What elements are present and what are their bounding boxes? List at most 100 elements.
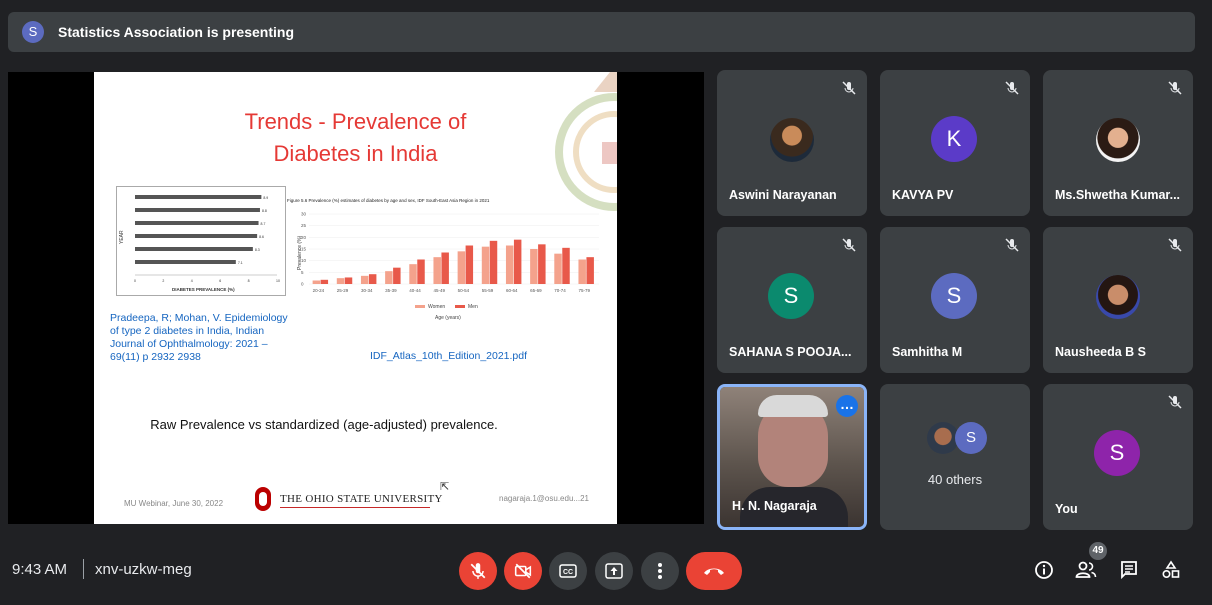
y-tick-label: 15 bbox=[301, 247, 307, 252]
x-tick-label: 30-34 bbox=[361, 288, 373, 293]
tile-kavya-pv[interactable]: K KAVYA PV bbox=[880, 70, 1030, 216]
bar-men bbox=[417, 259, 425, 284]
present-screen-icon bbox=[605, 563, 623, 579]
activities-icon bbox=[1162, 560, 1180, 579]
clock-time: 9:43 AM bbox=[12, 561, 68, 578]
bar-women bbox=[360, 275, 369, 284]
hbar-value-label: 8.3 bbox=[255, 248, 260, 252]
camera-toggle-button[interactable] bbox=[504, 552, 542, 590]
meeting-details-button[interactable] bbox=[1031, 557, 1057, 583]
participant-name: Aswini Narayanan bbox=[729, 188, 837, 202]
legend-women-swatch bbox=[415, 305, 425, 308]
tile-nausheeda-b-s[interactable]: Nausheeda B S bbox=[1043, 227, 1193, 373]
microphone-toggle-button[interactable] bbox=[459, 552, 497, 590]
x-tick-label: 20-24 bbox=[313, 288, 325, 293]
bar-men bbox=[586, 257, 594, 284]
presentation-stage[interactable]: Trends - Prevalence of Diabetes in India… bbox=[8, 72, 704, 524]
hbar-bar bbox=[135, 247, 253, 251]
x-tick-label: 55-59 bbox=[482, 288, 494, 293]
bar-men bbox=[320, 279, 329, 284]
tile-samhitha-m[interactable]: S Samhitha M bbox=[880, 227, 1030, 373]
chat-button[interactable] bbox=[1116, 557, 1142, 583]
presenting-text: Statistics Association is presenting bbox=[58, 24, 294, 40]
hbar-tick-label: 0 bbox=[134, 279, 136, 283]
bar-women bbox=[433, 257, 441, 284]
tile-h-n-nagaraja[interactable]: … H. N. Nagaraja bbox=[717, 384, 867, 530]
hbar-ylabel: YEAR bbox=[119, 230, 125, 244]
avatar-initial: K bbox=[931, 116, 977, 162]
leave-call-button[interactable] bbox=[686, 552, 742, 590]
more-options-button[interactable] bbox=[641, 552, 679, 590]
more-options-button[interactable]: … bbox=[836, 395, 858, 417]
bar-women bbox=[530, 249, 538, 284]
avatar-photo bbox=[1096, 275, 1140, 319]
slide-title: Trends - Prevalence of Diabetes in India bbox=[94, 106, 617, 170]
presenter-avatar: S bbox=[22, 21, 44, 43]
x-tick-label: 60-64 bbox=[506, 288, 518, 293]
legend-women: Women bbox=[428, 304, 445, 310]
bar-women bbox=[385, 271, 393, 284]
participant-name: SAHANA S POOJA... bbox=[729, 345, 852, 359]
tile-others[interactable]: S 40 others bbox=[880, 384, 1030, 530]
age-sex-chart: Figure 5.6 Prevalence (%) estimates of d… bbox=[287, 196, 607, 336]
participants-count-badge: 49 bbox=[1089, 542, 1107, 560]
tile-sahana-s-pooja[interactable]: S SAHANA S POOJA... bbox=[717, 227, 867, 373]
bar-men bbox=[393, 267, 401, 284]
legend-men-swatch bbox=[455, 305, 465, 308]
bar-men bbox=[344, 277, 353, 284]
hbar-value-label: 8.8 bbox=[262, 209, 267, 213]
bar-men bbox=[513, 239, 522, 284]
camera-off-icon bbox=[514, 563, 532, 579]
y-tick-label: 0 bbox=[301, 282, 304, 287]
captions-button[interactable]: CC bbox=[549, 552, 587, 590]
hbar-bar bbox=[135, 208, 260, 212]
slide-footer-right: nagaraja.1@osu.edu...21 bbox=[499, 494, 589, 503]
citation-text: Pradeepa, R; Mohan, V. Epidemiology of t… bbox=[110, 312, 288, 363]
activities-button[interactable] bbox=[1158, 557, 1184, 583]
bottom-toolbar: 9:43 AM xnv-uzkw-meg CC 49 bbox=[0, 535, 1212, 605]
x-tick-label: 75-79 bbox=[578, 288, 590, 293]
atlas-link[interactable]: IDF_Atlas_10th_Edition_2021.pdf bbox=[370, 350, 527, 362]
x-tick-label: 70-74 bbox=[554, 288, 566, 293]
present-now-button[interactable] bbox=[595, 552, 633, 590]
hbar-value-label: 8.9 bbox=[263, 196, 268, 200]
captions-label: CC bbox=[563, 569, 573, 576]
hbar-bar bbox=[135, 260, 236, 264]
bar-men bbox=[489, 240, 498, 284]
participant-name: KAVYA PV bbox=[892, 188, 954, 202]
bar-women bbox=[554, 253, 562, 284]
figure-xlabel: Age (years) bbox=[435, 315, 461, 321]
bar-men bbox=[562, 247, 570, 284]
bar-chart-panel: YEAR DIABETES PREVALENCE (%) 8.9 8.8 8.7 8.… bbox=[116, 186, 286, 296]
mic-off-icon bbox=[1005, 81, 1019, 95]
hbar-tick-label: 6 bbox=[219, 279, 221, 283]
bar-women bbox=[457, 251, 466, 284]
avatar-initial: S bbox=[931, 273, 977, 319]
slide-title-line2: Diabetes in India bbox=[273, 141, 438, 166]
y-tick-label: 30 bbox=[301, 212, 307, 217]
x-tick-label: 40-44 bbox=[409, 288, 421, 293]
x-tick-label: 25-29 bbox=[337, 288, 349, 293]
hbar-value-label: 7.1 bbox=[238, 261, 243, 265]
participant-name: Nausheeda B S bbox=[1055, 345, 1147, 359]
avatar-initial: S bbox=[768, 273, 814, 319]
hbar-value-label: 8.6 bbox=[259, 235, 264, 239]
divider bbox=[83, 559, 84, 579]
x-tick-label: 50-54 bbox=[458, 288, 470, 293]
participant-name: Samhitha M bbox=[892, 345, 963, 359]
hbar-bar bbox=[135, 221, 259, 225]
figure-caption: Figure 5.6 Prevalence (%) estimates of d… bbox=[287, 198, 490, 203]
shared-slide: Trends - Prevalence of Diabetes in India… bbox=[94, 72, 617, 524]
bar-men bbox=[465, 245, 474, 284]
people-button[interactable] bbox=[1073, 557, 1099, 583]
tile-you[interactable]: S You bbox=[1043, 384, 1193, 530]
mic-off-icon bbox=[842, 238, 856, 252]
info-icon bbox=[1035, 561, 1053, 579]
meeting-code: xnv-uzkw-meg bbox=[95, 561, 192, 578]
tile-shwetha-kumar[interactable]: Ms.Shwetha Kumar... bbox=[1043, 70, 1193, 216]
slide-title-line1: Trends - Prevalence of bbox=[244, 109, 467, 134]
hbar-tick-label: 8 bbox=[248, 279, 250, 283]
hbar-chart: YEAR DIABETES PREVALENCE (%) 8.9 8.8 8.7 8.… bbox=[119, 195, 280, 292]
x-tick-label: 65-69 bbox=[530, 288, 542, 293]
tile-aswini-narayanan[interactable]: Aswini Narayanan bbox=[717, 70, 867, 216]
